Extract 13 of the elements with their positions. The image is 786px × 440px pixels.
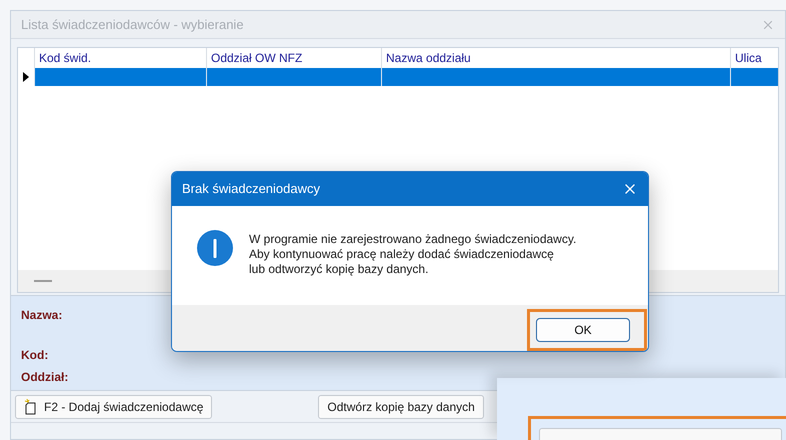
window-title: Lista świadczeniodawców - wybieranie bbox=[21, 16, 244, 34]
field-label: Oddział: bbox=[21, 369, 70, 386]
row-pointer-icon bbox=[23, 72, 29, 82]
restore-button[interactable]: Odtwórz kopię bazy danych bbox=[318, 394, 484, 418]
new-document-icon bbox=[24, 398, 38, 414]
message-text: W programie nie zarejestrowano żadnego świadczeniodawcy. Aby kontynuować pracę należy dodać świadczeniodawcę lub odtworzyć kopię bazy danych. bbox=[249, 231, 576, 277]
ok-button[interactable]: OK bbox=[536, 318, 630, 342]
dialog-title: Brak świadczeniodawcy bbox=[182, 180, 320, 198]
field-label: Kod: bbox=[21, 347, 50, 364]
info-icon bbox=[197, 230, 233, 266]
add-button[interactable]: F2 - Dodaj świadczeniodawcę bbox=[15, 394, 212, 418]
table-row[interactable] bbox=[34, 68, 778, 86]
field-label: Nazwa: bbox=[21, 307, 64, 324]
